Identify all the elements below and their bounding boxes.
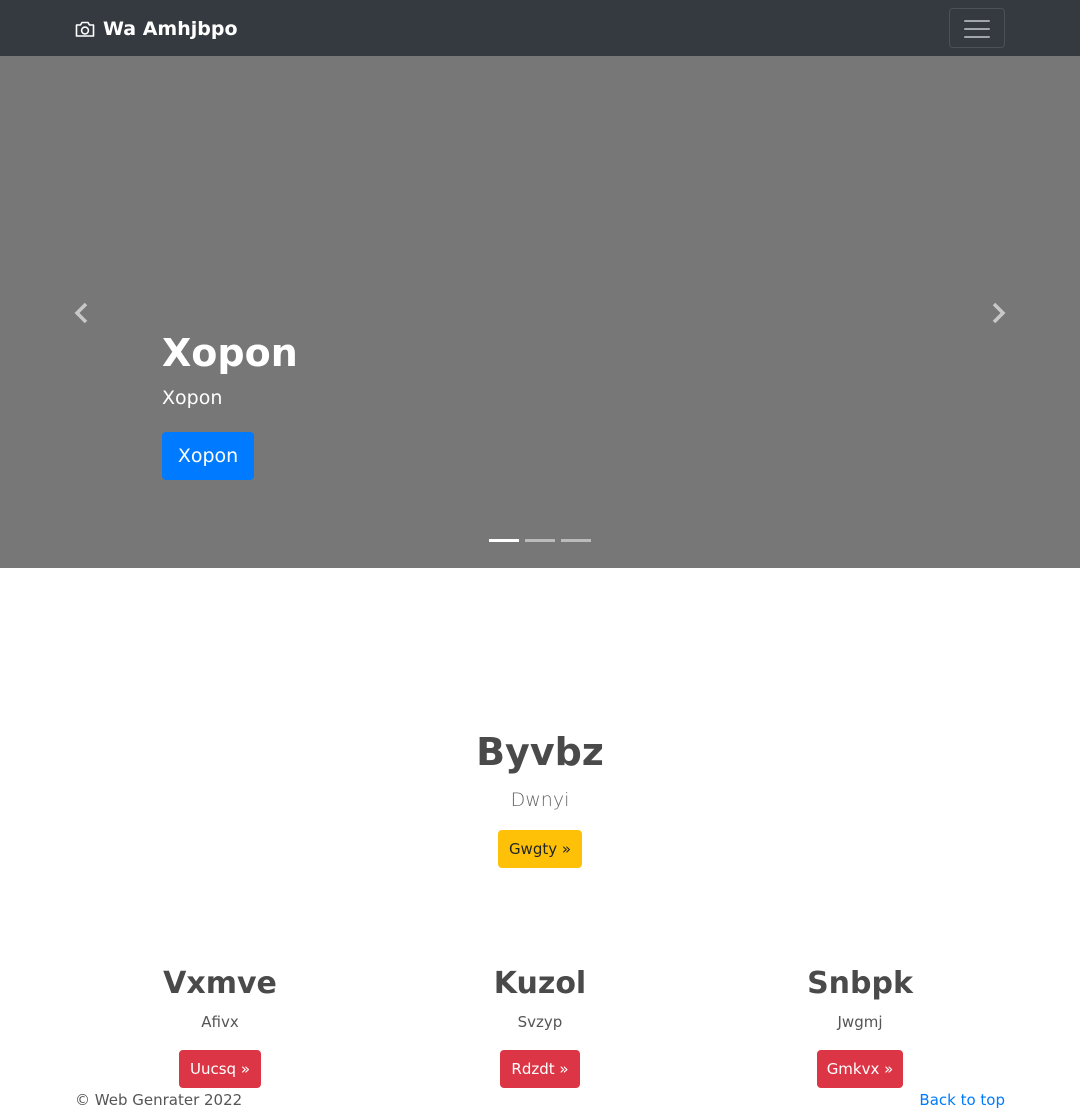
carousel-indicator-1[interactable] (489, 539, 519, 542)
column-2-subtitle: Svzyp (517, 1013, 563, 1031)
column-3-button[interactable]: Gmkvx » (817, 1050, 903, 1088)
column-3-subtitle: Jwgmj (837, 1013, 883, 1031)
carousel-title: Xopon (162, 331, 298, 375)
feature-title: Byvbz (476, 730, 604, 774)
camera-icon (75, 21, 95, 37)
column-3-title: Snbpk (807, 966, 913, 1001)
column-1-title: Vxmve (163, 966, 277, 1001)
brand-name: Wa Amhjbpo (103, 18, 238, 40)
brand-link[interactable]: Wa Amhjbpo (75, 16, 238, 42)
navbar: Wa Amhjbpo (0, 0, 1080, 56)
carousel-cta-button[interactable]: Xopon (162, 432, 254, 480)
feature-subtitle: Dwnyi (510, 789, 570, 811)
column-1-button[interactable]: Uucsq » (179, 1050, 261, 1088)
column-1-subtitle: Afivx (201, 1013, 239, 1031)
carousel-indicator-2[interactable] (525, 539, 555, 542)
chevron-right-icon[interactable] (988, 301, 1008, 325)
footer-copyright: © Web Genrater 2022 (75, 1091, 243, 1109)
carousel-indicator-3[interactable] (561, 539, 591, 542)
carousel-subtitle: Xopon (162, 387, 223, 409)
column-2-title: Kuzol (493, 966, 587, 1001)
back-to-top-link[interactable]: Back to top (900, 1091, 1005, 1109)
chevron-left-icon[interactable] (72, 301, 92, 325)
navbar-toggler-button[interactable] (949, 8, 1005, 48)
hero-carousel: Xopon Xopon Xopon (0, 56, 1080, 568)
feature-button[interactable]: Gwgty » (498, 830, 582, 868)
column-2-button[interactable]: Rdzdt » (500, 1050, 580, 1088)
